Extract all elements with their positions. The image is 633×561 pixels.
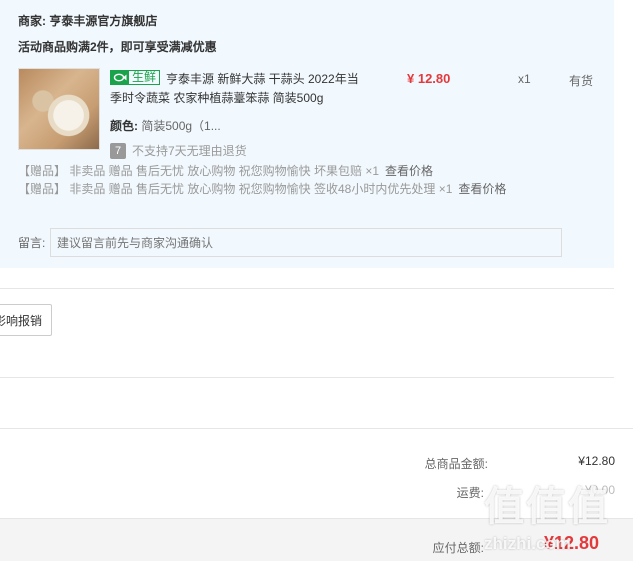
message-input[interactable] [50,228,562,257]
divider [0,288,614,289]
no-return-icon: 7 [110,142,126,159]
shop-header: 商家: 亨泰丰源官方旗舰店 [18,12,157,29]
payable-label: 应付总额: [432,541,484,555]
view-price-link[interactable]: 查看价格 [458,182,506,196]
gift-text: 【赠品】 非卖品 赠品 售后无忧 放心购物 祝您购物愉快 坏果包赔 ×1 [18,164,380,178]
invoice-button[interactable]: 影响报销 [0,304,52,336]
return-policy-text: 不支持7天无理由退货 [132,144,247,158]
shipping-label: 运费: [456,486,484,500]
gift-row: 【赠品】 非卖品 赠品 售后无忧 放心购物 祝您购物愉快 签收48小时内优先处理… [18,180,506,197]
goods-total-label: 总商品金额: [424,457,488,471]
product-color: 颜色: 简装500g（1... [110,117,221,134]
fresh-tag: 生鲜 [110,70,161,85]
promo-text: 活动商品购满2件，即可享受满减优惠 [18,40,217,54]
product-price: ¥ 12.80 [407,71,451,86]
divider [0,377,614,378]
product-quantity: x1 [518,72,531,86]
gift-text: 【赠品】 非卖品 赠品 售后无忧 放心购物 祝您购物愉快 签收48小时内优先处理… [18,182,453,196]
goods-total-value: ¥12.80 [578,454,615,468]
return-policy: 7 不支持7天无理由退货 [110,142,247,159]
stock-status: 有货 [569,74,594,88]
message-label: 留言: [18,236,46,250]
invoice-button-label: 影响报销 [0,313,42,328]
product-thumbnail[interactable] [18,68,100,150]
shop-label: 商家: [18,14,46,28]
fish-icon [111,71,129,84]
view-price-link[interactable]: 查看价格 [385,164,433,178]
color-value: 简装500g（1... [141,119,221,133]
watermark-site: zhizhi.com [484,534,571,553]
fresh-tag-label: 生鲜 [132,70,157,84]
gift-row: 【赠品】 非卖品 赠品 售后无忧 放心购物 祝您购物愉快 坏果包赔 ×1 查看价格 [18,162,433,179]
watermark-logo: 值值值 [484,485,610,529]
color-label: 颜色: [110,119,138,133]
divider [0,428,633,429]
shop-name[interactable]: 亨泰丰源官方旗舰店 [49,14,157,28]
